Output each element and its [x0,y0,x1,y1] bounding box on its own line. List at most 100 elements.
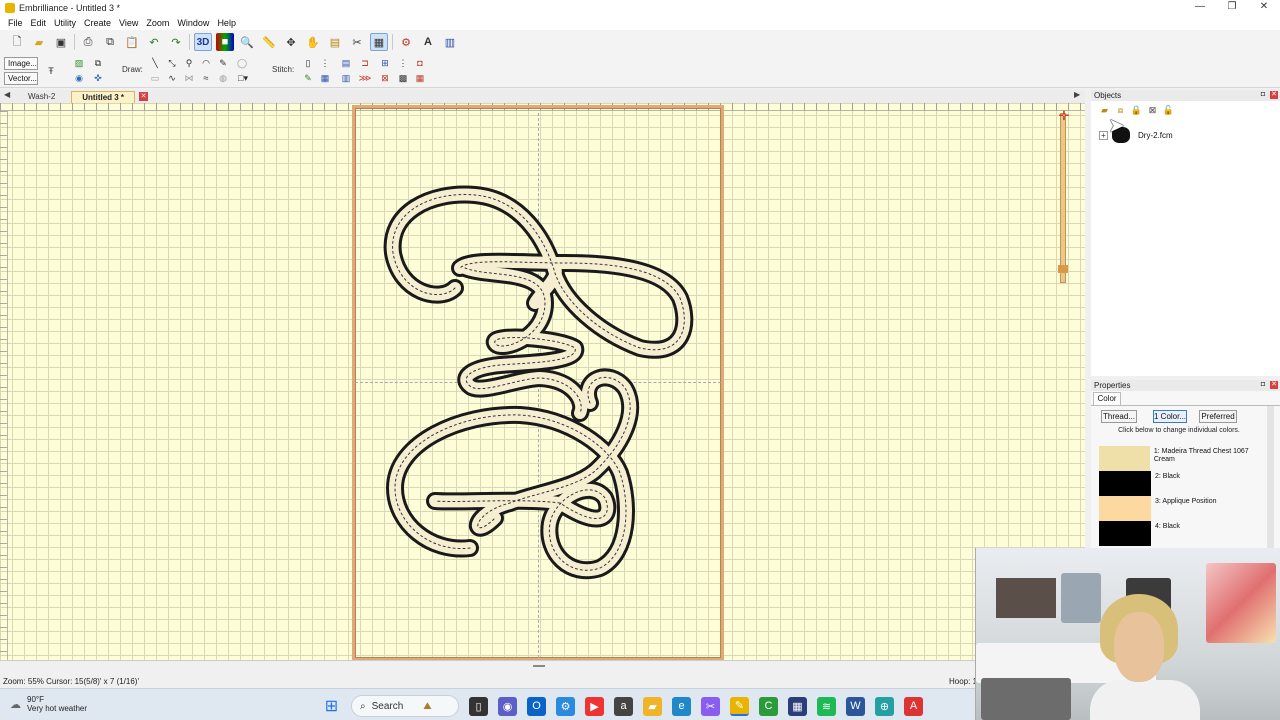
properties-scrollbar[interactable] [1267,406,1274,552]
paste-icon[interactable]: 📋 [123,33,141,51]
color-palette-icon[interactable]: ■ [216,33,234,51]
freehand-tool-icon[interactable]: ✎ [216,56,230,70]
blob-tool-icon[interactable]: ◍ [216,71,230,85]
grid-icon[interactable]: ▦ [370,33,388,51]
start-icon[interactable]: ⊞ [322,697,341,716]
color-row[interactable]: 3: Applique Position [1099,496,1269,521]
open-folder-icon[interactable]: ▰ [30,33,48,51]
pen-stitch-icon[interactable]: ✎ [301,71,315,85]
satin-stitch-icon[interactable]: ▤ [339,56,353,70]
task-view-icon[interactable]: ▯ [469,696,488,716]
wave-tool-icon[interactable]: ≈ [199,71,213,85]
weather-widget[interactable]: ☁ 90°F Very hot weather [10,695,87,713]
applique-design[interactable] [0,103,1085,675]
close-panel-icon[interactable]: ✕ [1270,381,1278,389]
vector-button[interactable]: Vector... [4,72,38,85]
word-icon[interactable]: W [846,696,865,716]
one-color-button[interactable]: 1 Color... [1153,410,1187,423]
color-row[interactable]: 4: Black [1099,521,1269,546]
magnify-icon[interactable]: 🔍 [238,33,256,51]
maximize-button[interactable]: ❐ [1216,0,1248,16]
pan-navigator-icon[interactable]: ✛ [1057,109,1071,123]
new-file-icon[interactable]: 🗋 [8,33,26,51]
circle-tool-icon[interactable]: ◯ [235,56,249,70]
pin-tool-icon[interactable]: ⚲ [182,56,196,70]
redo-icon[interactable]: ↷ [167,33,185,51]
pin-icon[interactable]: ◘ [1259,381,1267,389]
settings-icon[interactable]: ⚙ [397,33,415,51]
run-stitch-icon[interactable]: ⋮ [318,56,332,70]
preferred-button[interactable]: Preferred [1199,410,1237,423]
select-icon[interactable]: ✜ [91,71,105,85]
outlook-icon[interactable]: O [527,696,546,716]
color-swatch[interactable] [1099,446,1150,471]
calculator-icon[interactable]: ▦ [788,696,807,716]
color-swatch[interactable] [1099,521,1151,546]
zoom-slider-handle[interactable] [1058,265,1068,273]
thread-button[interactable]: Thread... [1101,410,1137,423]
fill-stitch-icon[interactable]: ◘ [413,56,427,70]
tab-scroll-left-icon[interactable]: ◀ [4,90,10,99]
text-cursor-icon[interactable]: Ŧ [44,64,58,78]
color-row[interactable]: 2: Black [1099,471,1269,496]
outline-stitch-icon[interactable]: ▯ [301,56,315,70]
delete-icon[interactable]: ⊠ [1146,104,1159,116]
ruler-icon[interactable]: 📏 [260,33,278,51]
menu-utility[interactable]: Utility [50,18,80,28]
youtube-icon[interactable]: ▶ [585,696,604,716]
image-button[interactable]: Image... [4,57,38,70]
expand-icon[interactable]: + [1099,130,1108,140]
scroll-grip[interactable] [533,665,545,667]
color-row[interactable]: 1: Madeira Thread Chest 1067 Cream [1099,446,1269,471]
zigzag-icon[interactable]: ⋙ [358,71,372,85]
eye-icon[interactable]: ◉ [72,71,86,85]
horizontal-scrollbar[interactable] [0,660,1085,675]
pattern-fill-icon[interactable]: ▦ [413,71,427,85]
globe-icon[interactable]: ⊕ [875,696,894,716]
curve-tool-icon[interactable]: ∿ [165,71,179,85]
spotify-icon[interactable]: ≋ [817,696,836,716]
menu-create[interactable]: Create [80,18,115,28]
crosshatch-icon[interactable]: ▥ [339,71,353,85]
save-icon[interactable]: ▣ [52,33,70,51]
print-icon[interactable]: ⎙ [79,33,97,51]
minimize-button[interactable]: — [1184,0,1216,16]
close-panel-icon[interactable]: ✕ [1270,91,1278,99]
menu-view[interactable]: View [115,18,142,28]
layers-icon[interactable]: ⧉ [91,56,105,70]
applique-stitch-icon[interactable]: ⊐ [358,56,372,70]
search-box[interactable]: ⌕ Search ⛰ [351,695,459,717]
tab-wash-2[interactable]: Wash-2 [18,91,65,103]
unlock-icon[interactable]: 🔓 [1162,104,1175,116]
menu-edit[interactable]: Edit [27,18,51,28]
file-explorer-icon[interactable]: ▰ [643,696,662,716]
motif-stitch-icon[interactable]: ⊞ [378,56,392,70]
menu-file[interactable]: File [4,18,27,28]
line-tool-icon[interactable]: ╲ [148,56,162,70]
hand-icon[interactable]: ✋ [304,33,322,51]
lock-icon[interactable]: 🔒 [1130,104,1143,116]
close-tab-icon[interactable]: ✕ [139,92,149,101]
settings-app-icon[interactable]: ⚙ [556,696,575,716]
tab-scroll-right-icon[interactable]: ▶ [1074,90,1080,99]
3d-view-button[interactable]: 3D [194,33,212,51]
join-tool-icon[interactable]: ⋈ [182,71,196,85]
amazon-icon[interactable]: a [614,696,633,716]
menu-zoom[interactable]: Zoom [142,18,173,28]
text-tool-icon[interactable]: A [419,33,437,51]
design-canvas[interactable]: ✛ [0,103,1085,675]
tab-untitled-3[interactable]: Untitled 3 * [71,91,136,103]
machine-icon[interactable]: ▥ [441,33,459,51]
edge-icon[interactable]: e [672,696,691,716]
hoop-icon[interactable]: ▤ [326,33,344,51]
color-swatch[interactable] [1099,471,1151,496]
embrilliance-icon[interactable]: ✎ [730,696,749,716]
copy-icon[interactable]: ⧉ [101,33,119,51]
stitch-simulator-icon[interactable]: ✂ [348,33,366,51]
undo-icon[interactable]: ↶ [145,33,163,51]
pin-icon[interactable]: ◘ [1259,91,1267,99]
shape-dropdown-icon[interactable]: □▾ [236,71,250,85]
menu-window[interactable]: Window [173,18,213,28]
tab-color[interactable]: Color [1093,392,1121,405]
teams-icon[interactable]: ◉ [498,696,517,716]
